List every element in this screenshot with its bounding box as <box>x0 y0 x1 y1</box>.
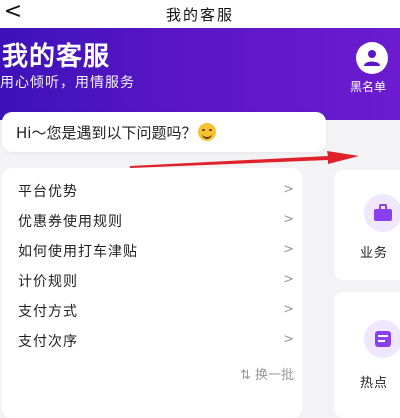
blacklist-button[interactable]: 黑名单 <box>350 36 400 98</box>
side-card-hot-topics[interactable]: 热点 <box>334 292 400 418</box>
hero-banner: 我的客服 用心倾听，用情服务 黑名单 <box>0 28 400 120</box>
side-card-label: 业务 <box>360 246 389 261</box>
faq-item-label: 计价规则 <box>18 274 78 290</box>
faq-item[interactable]: 支付次序 > <box>2 326 302 356</box>
hero-subtitle: 用心倾听，用情服务 <box>0 75 135 91</box>
faq-item-label: 平台优势 <box>18 184 78 200</box>
blacklist-label: 黑名单 <box>350 80 387 94</box>
chevron-right-icon: > <box>283 212 294 227</box>
faq-item[interactable]: 计价规则 > <box>2 266 302 296</box>
faq-item[interactable]: 平台优势 > <box>2 176 302 206</box>
chevron-right-icon: > <box>283 272 294 287</box>
side-card-label: 热点 <box>360 376 389 391</box>
faq-item-label: 支付方式 <box>18 304 78 320</box>
faq-item[interactable]: 支付方式 > <box>2 296 302 326</box>
refresh-batch-button[interactable]: ⇅ 换一批 <box>240 364 294 383</box>
chevron-right-icon: > <box>283 332 294 347</box>
page-title: 我的客服 <box>165 6 234 24</box>
top-nav-bar: < 我的客服 <box>0 0 400 28</box>
faq-item[interactable]: 如何使用打车津贴 > <box>2 236 302 266</box>
chevron-right-icon: > <box>283 242 294 257</box>
chevron-right-icon: > <box>283 302 294 317</box>
chevron-right-icon: > <box>283 182 294 197</box>
hot-topic-icon <box>364 320 400 358</box>
faq-item-label: 如何使用打车津贴 <box>18 244 138 260</box>
briefcase-icon <box>364 194 400 232</box>
hero-title: 我的客服 <box>2 42 111 72</box>
faq-card: 平台优势 > 优惠券使用规则 > 如何使用打车津贴 > 计价规则 > 支付方式 … <box>2 168 302 418</box>
greeting-card: Hi～您是遇到以下问题吗？ <box>2 112 326 152</box>
smile-emoji-icon <box>198 123 217 141</box>
faq-item-label: 支付次序 <box>18 334 78 350</box>
user-block-icon <box>356 42 388 74</box>
faq-item[interactable]: 优惠券使用规则 > <box>2 206 302 236</box>
side-card-business[interactable]: 业务 <box>334 170 400 280</box>
greeting-text: Hi～您是遇到以下问题吗？ <box>16 122 217 143</box>
faq-item-label: 优惠券使用规则 <box>18 214 123 230</box>
